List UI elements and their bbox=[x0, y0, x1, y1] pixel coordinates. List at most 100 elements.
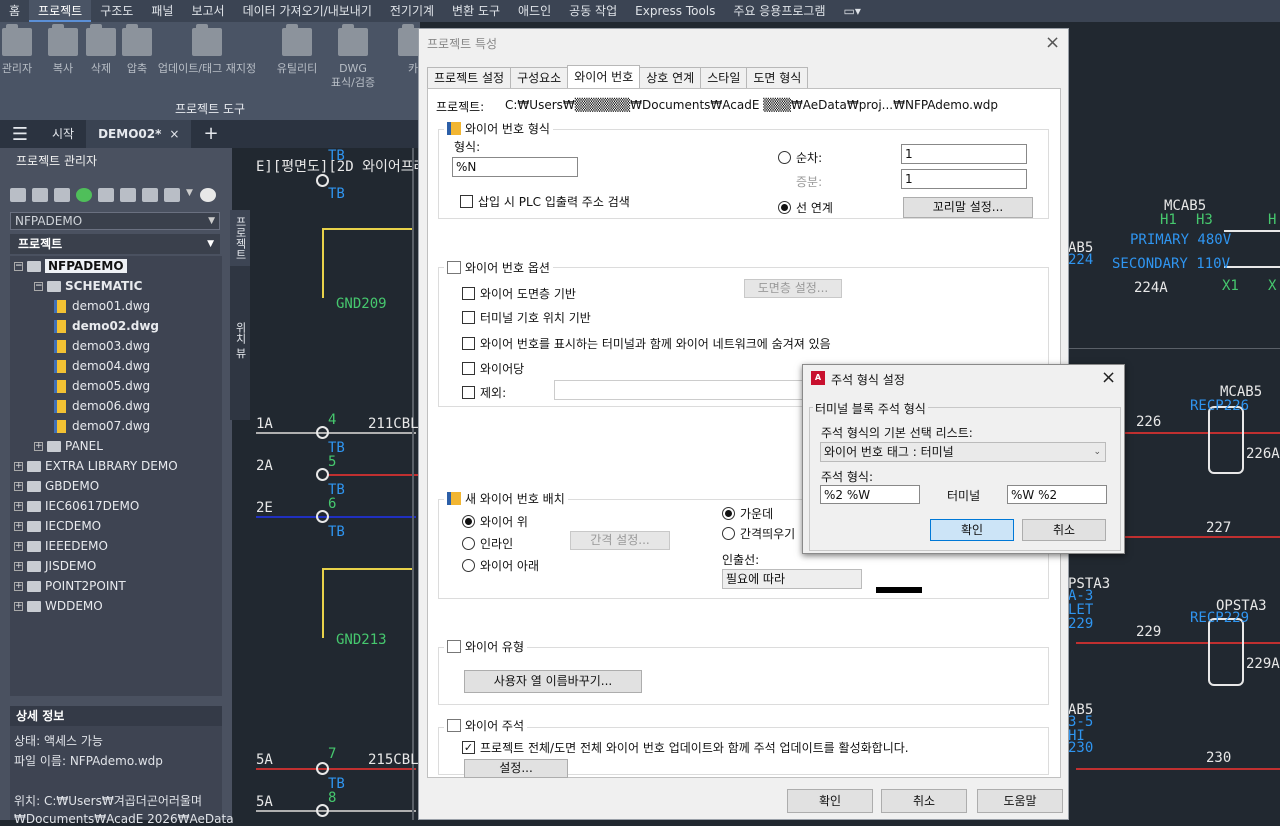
sequential-radio[interactable]: 순차: bbox=[778, 149, 822, 166]
below-wire-radio[interactable]: 와이어 아래 bbox=[462, 557, 539, 574]
line-reference-radio[interactable]: 선 연계 bbox=[778, 199, 833, 216]
tab-location-view[interactable]: 위치 뷰 bbox=[230, 316, 250, 365]
tree-item-project[interactable]: + IEEEDEMO bbox=[14, 536, 108, 556]
menu-tab[interactable]: 홈 bbox=[0, 0, 29, 22]
tree-item-project[interactable]: + IECDEMO bbox=[14, 516, 101, 536]
close-icon[interactable]: × bbox=[1045, 32, 1060, 53]
tree-item-project[interactable]: + EXTRA LIBRARY DEMO bbox=[14, 456, 178, 476]
properties-icon[interactable] bbox=[98, 188, 114, 202]
tree-item-folder[interactable]: − SCHEMATIC bbox=[34, 276, 142, 296]
tree-item-project[interactable]: + POINT2POINT bbox=[14, 576, 126, 596]
tab-project-settings[interactable]: 프로젝트 설정 bbox=[427, 67, 512, 88]
ok-button[interactable]: 확인 bbox=[930, 519, 1014, 541]
terminal-input[interactable]: %W %2 bbox=[1007, 485, 1107, 504]
collapse-icon[interactable]: − bbox=[14, 262, 23, 271]
tree-item-drawing[interactable]: demo02.dwg bbox=[54, 316, 159, 336]
tree-item-project[interactable]: + IEC60617DEMO bbox=[14, 496, 139, 516]
tree-item-drawing[interactable]: demo06.dwg bbox=[54, 396, 150, 416]
ribbon-tool-button[interactable]: DWG 표식/검증 bbox=[323, 24, 383, 90]
per-wire-checkbox[interactable]: 와이어당 bbox=[462, 360, 524, 377]
menu-tab[interactable]: 애드인 bbox=[509, 0, 560, 22]
help-button[interactable]: 도움말 bbox=[977, 789, 1063, 813]
tree-item-drawing[interactable]: demo03.dwg bbox=[54, 336, 150, 356]
sequential-input[interactable]: 1 bbox=[901, 144, 1027, 164]
tree-item-project[interactable]: + JISDEMO bbox=[14, 556, 96, 576]
ribbon-tool-button[interactable]: 업데이트/태그 재지정 bbox=[147, 24, 267, 76]
surfer-icon[interactable] bbox=[142, 188, 158, 202]
tree-item-project[interactable]: + GBDEMO bbox=[14, 476, 99, 496]
exclude-input[interactable] bbox=[554, 380, 804, 400]
more-tabs-icon[interactable]: ▭▾ bbox=[835, 0, 870, 22]
enable-annotation-checkbox[interactable]: ✓ 프로젝트 전체/도면 전체 와이어 번호 업데이트와 함께 주석 업데이트를 … bbox=[462, 739, 909, 756]
menu-tab[interactable]: 데이터 가져오기/내보내기 bbox=[234, 0, 381, 22]
offset-radio[interactable]: 간격띄우기 bbox=[722, 525, 795, 542]
projects-section-header[interactable]: 프로젝트 ▼ bbox=[10, 234, 220, 254]
format-input[interactable]: %2 %W bbox=[820, 485, 920, 504]
expand-icon[interactable]: + bbox=[14, 542, 23, 551]
new-project-icon[interactable] bbox=[32, 188, 48, 202]
menu-tab[interactable]: Express Tools bbox=[626, 0, 724, 22]
menu-tab[interactable]: 프로젝트 bbox=[29, 0, 92, 22]
tree-item-drawing[interactable]: demo05.dwg bbox=[54, 376, 150, 396]
expand-icon[interactable]: + bbox=[14, 462, 23, 471]
tab-demo02[interactable]: DEMO02* × bbox=[86, 120, 192, 148]
open-project-icon[interactable] bbox=[10, 188, 26, 202]
tab-start[interactable]: 시작 bbox=[40, 120, 86, 148]
expand-icon[interactable]: + bbox=[14, 522, 23, 531]
expand-icon[interactable]: + bbox=[14, 482, 23, 491]
inline-radio[interactable]: 인라인 bbox=[462, 535, 513, 552]
project-combo[interactable]: NFPADEMO ▼ bbox=[10, 212, 220, 230]
centered-radio[interactable]: 가운데 bbox=[722, 505, 773, 522]
suffix-setup-button[interactable]: 꼬리말 설정... bbox=[903, 197, 1033, 218]
tree-item-project[interactable]: + WDDEMO bbox=[14, 596, 103, 616]
plot-icon[interactable] bbox=[164, 188, 180, 202]
rename-columns-button[interactable]: 사용자 열 이름바꾸기... bbox=[464, 670, 642, 693]
hidden-network-checkbox[interactable]: 와이어 번호를 표시하는 터미널과 함께 와이어 네트워크에 숨겨져 있음 bbox=[462, 335, 831, 352]
terminal-location-checkbox[interactable]: 터미널 기호 위치 기반 bbox=[462, 309, 591, 326]
expand-icon[interactable]: + bbox=[14, 582, 23, 591]
increment-input[interactable]: 1 bbox=[901, 169, 1027, 189]
tab-cross-references[interactable]: 상호 연계 bbox=[639, 67, 702, 88]
tree-item-drawing[interactable]: demo04.dwg bbox=[54, 356, 150, 376]
help-icon[interactable] bbox=[200, 188, 216, 202]
cancel-button[interactable]: 취소 bbox=[881, 789, 967, 813]
menu-tab[interactable]: 공동 작업 bbox=[560, 0, 626, 22]
expand-icon[interactable]: + bbox=[14, 502, 23, 511]
menu-icon[interactable]: ☰ bbox=[0, 124, 40, 145]
new-drawing-icon[interactable] bbox=[54, 188, 70, 202]
add-tab-button[interactable]: + bbox=[191, 120, 230, 148]
layer-based-checkbox[interactable]: 와이어 도면층 기반 bbox=[462, 285, 576, 302]
layer-setup-button[interactable]: 도면층 설정... bbox=[744, 279, 842, 298]
ok-button[interactable]: 확인 bbox=[787, 789, 873, 813]
tree-item-drawing[interactable]: demo01.dwg bbox=[54, 296, 150, 316]
tree-item-drawing[interactable]: demo07.dwg bbox=[54, 416, 150, 436]
format-input[interactable]: %N bbox=[452, 157, 578, 177]
tab-styles[interactable]: 스타일 bbox=[700, 67, 748, 88]
leader-select[interactable]: 필요에 따라 bbox=[722, 569, 862, 589]
menu-tab[interactable]: 구조도 bbox=[91, 0, 142, 22]
tree-item-folder[interactable]: + PANEL bbox=[34, 436, 103, 456]
close-icon[interactable]: × bbox=[169, 127, 179, 141]
exclude-checkbox[interactable]: 제외: bbox=[462, 384, 506, 401]
gap-setup-button[interactable]: 간격 설정... bbox=[570, 531, 670, 550]
menu-tab[interactable]: 전기기계 bbox=[381, 0, 443, 22]
tab-projects[interactable]: 프로젝트 bbox=[230, 210, 250, 266]
cancel-button[interactable]: 취소 bbox=[1022, 519, 1106, 541]
collapse-icon[interactable]: − bbox=[34, 282, 43, 291]
menu-tab[interactable]: 패널 bbox=[142, 0, 182, 22]
menu-tab[interactable]: 주요 응용프로그램 bbox=[724, 0, 834, 22]
tab-wire-numbers[interactable]: 와이어 번호 bbox=[567, 65, 641, 88]
refresh-icon[interactable] bbox=[76, 188, 92, 202]
menu-tab[interactable]: 변환 도구 bbox=[443, 0, 509, 22]
annotation-settings-button[interactable]: 설정... bbox=[464, 759, 568, 778]
expand-icon[interactable]: + bbox=[34, 442, 43, 451]
drawing-list-icon[interactable] bbox=[120, 188, 136, 202]
chevron-down-icon[interactable]: ▼ bbox=[186, 188, 194, 202]
expand-icon[interactable]: + bbox=[14, 602, 23, 611]
tab-components[interactable]: 구성요소 bbox=[510, 67, 569, 88]
above-wire-radio[interactable]: 와이어 위 bbox=[462, 513, 528, 530]
menu-tab[interactable]: 보고서 bbox=[182, 0, 233, 22]
ribbon-tool-button[interactable]: 유틸리티 bbox=[267, 24, 327, 76]
tab-drawing-format[interactable]: 도면 형식 bbox=[746, 67, 809, 88]
tree-item-project[interactable]: − NFPADEMO bbox=[14, 256, 127, 276]
